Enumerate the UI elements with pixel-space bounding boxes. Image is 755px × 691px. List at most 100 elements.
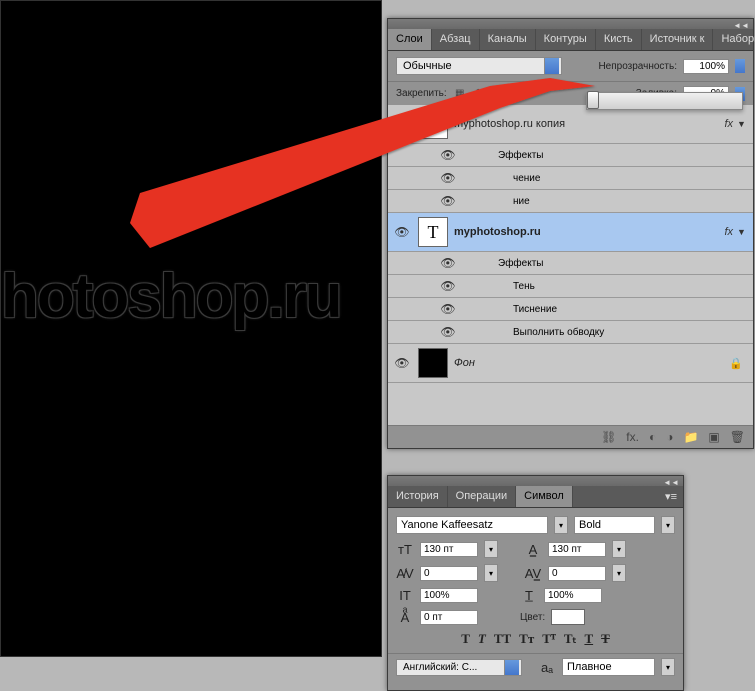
layers-tabs: Слои Абзац Каналы Контуры Кисть Источник…	[388, 29, 753, 51]
expand-arrow-icon[interactable]: ▼	[737, 227, 749, 237]
effect-item[interactable]: 👁 ние	[388, 190, 753, 213]
text-layer-thumb[interactable]: T	[418, 217, 448, 247]
layer-item-background[interactable]: 👁 Фон 🔒	[388, 344, 753, 383]
opacity-arrow[interactable]	[735, 59, 745, 73]
visibility-icon[interactable]: 👁	[392, 117, 412, 131]
effect-item[interactable]: 👁 чение	[388, 167, 753, 190]
vscale-input[interactable]: 100%	[420, 588, 478, 603]
tab-paths[interactable]: Контуры	[536, 29, 596, 50]
dropdown-arrow-icon[interactable]: ▾	[661, 516, 675, 534]
leading-input[interactable]: 130 пт	[548, 542, 606, 557]
lock-transparency-icon[interactable]: ▦	[453, 87, 467, 101]
panel-menu-icon[interactable]: ▾≡	[659, 486, 683, 507]
effect-header[interactable]: 👁 Эффекты	[388, 144, 753, 167]
dropdown-arrow-icon[interactable]: ▾	[554, 516, 568, 534]
font-size-icon: тT	[396, 542, 414, 557]
collapse-icon[interactable]: ◄◄	[733, 21, 749, 30]
font-weight-select[interactable]: Bold	[574, 516, 655, 534]
layer-mask-icon[interactable]: ◐	[649, 430, 656, 444]
tab-actions[interactable]: Операции	[448, 486, 516, 507]
fill-slider-popup[interactable]	[586, 92, 743, 110]
effect-item[interactable]: 👁 Тень	[388, 275, 753, 298]
visibility-icon[interactable]: 👁	[438, 325, 458, 339]
bg-layer-thumb[interactable]	[418, 348, 448, 378]
bold-button[interactable]: T	[461, 631, 470, 647]
subscript-button[interactable]: Tₜ	[564, 631, 577, 647]
visibility-icon[interactable]: 👁	[392, 225, 412, 239]
canvas-text: hotoshop.ru	[1, 261, 341, 332]
kerning-input[interactable]: 0	[420, 566, 478, 581]
effect-name: чение	[513, 173, 540, 184]
char-panel-header[interactable]: ◄◄	[388, 476, 683, 486]
effect-name: Эффекты	[498, 258, 543, 269]
delete-layer-icon[interactable]: 🗑	[730, 430, 745, 444]
visibility-icon[interactable]: 👁	[438, 302, 458, 316]
lock-position-icon[interactable]: ✥	[493, 87, 507, 101]
effect-item[interactable]: 👁 Выполнить обводку	[388, 321, 753, 344]
dropdown-arrow-icon[interactable]: ▾	[612, 564, 626, 582]
superscript-button[interactable]: Tᵀ	[542, 631, 556, 647]
link-layers-icon[interactable]: ⛓	[601, 430, 616, 444]
layer-name[interactable]: Фон	[454, 357, 729, 369]
dropdown-arrow-icon[interactable]: ▾	[661, 658, 675, 676]
canvas-area[interactable]: hotoshop.ru	[0, 0, 382, 657]
text-layer-thumb[interactable]: T	[418, 109, 448, 139]
layer-item-selected[interactable]: 👁 T myphotoshop.ru fx ▼	[388, 213, 753, 252]
layer-style-icon[interactable]: fx.	[626, 430, 639, 444]
visibility-icon[interactable]: 👁	[438, 279, 458, 293]
opacity-input[interactable]: 100%	[683, 59, 729, 74]
underline-button[interactable]: T	[584, 631, 593, 647]
visibility-icon[interactable]: 👁	[438, 171, 458, 185]
italic-button[interactable]: T	[478, 631, 486, 647]
opacity-label: Непрозрачность:	[598, 61, 677, 72]
effect-header[interactable]: 👁 Эффекты	[388, 252, 753, 275]
font-size-input[interactable]: 130 пт	[420, 542, 478, 557]
fill-slider-thumb[interactable]	[587, 91, 599, 109]
language-select[interactable]: Английский: С...	[396, 659, 522, 676]
visibility-icon[interactable]: 👁	[438, 256, 458, 270]
layers-footer: ⛓ fx. ◐ ◑ 📁 ▣ 🗑	[388, 425, 753, 448]
panel-drag-header[interactable]: ◄◄	[388, 19, 753, 29]
lock-pixels-icon[interactable]: ✎	[473, 87, 487, 101]
style-buttons: T T TT Tᴛ Tᵀ Tₜ T T	[396, 631, 675, 647]
effect-name: Выполнить обводку	[513, 327, 604, 338]
blend-mode-select[interactable]: Обычные	[396, 57, 562, 75]
dropdown-arrow-icon[interactable]: ▾	[612, 540, 626, 558]
visibility-icon[interactable]: 👁	[392, 356, 412, 370]
tab-layers[interactable]: Слои	[388, 29, 432, 50]
layer-item[interactable]: 👁 T myphotoshop.ru копия fx ▼	[388, 105, 753, 144]
visibility-icon[interactable]: 👁	[438, 194, 458, 208]
baseline-input[interactable]: 0 пт	[420, 610, 478, 625]
tab-brush[interactable]: Кисть	[596, 29, 642, 50]
allcaps-button[interactable]: TT	[494, 631, 511, 647]
antialias-select[interactable]: Плавное	[562, 658, 655, 676]
tab-character[interactable]: Символ	[516, 486, 573, 507]
tab-history[interactable]: История	[388, 486, 448, 507]
dropdown-arrow-icon[interactable]: ▾	[484, 564, 498, 582]
tab-paragraph[interactable]: Абзац	[432, 29, 480, 50]
baseline-icon: Aͣ	[396, 610, 414, 625]
tracking-input[interactable]: 0	[548, 566, 606, 581]
effect-name: ние	[513, 196, 530, 207]
lock-all-icon[interactable]: 🔒	[513, 87, 527, 101]
adjustment-layer-icon[interactable]: ◑	[666, 430, 673, 444]
smallcaps-button[interactable]: Tᴛ	[519, 631, 534, 647]
layer-name[interactable]: myphotoshop.ru копия	[454, 118, 724, 130]
tab-channels[interactable]: Каналы	[480, 29, 536, 50]
font-family-select[interactable]: Yanone Kaffeesatz	[396, 516, 548, 534]
layer-name[interactable]: myphotoshop.ru	[454, 226, 724, 238]
tab-presets[interactable]: Наборы ки	[713, 29, 755, 50]
visibility-icon[interactable]: 👁	[438, 148, 458, 162]
fx-badge[interactable]: fx	[724, 118, 737, 130]
dropdown-arrow-icon[interactable]: ▾	[484, 540, 498, 558]
collapse-icon[interactable]: ◄◄	[663, 478, 679, 487]
expand-arrow-icon[interactable]: ▼	[737, 119, 749, 129]
group-icon[interactable]: 📁	[683, 430, 698, 444]
fx-badge[interactable]: fx	[724, 226, 737, 238]
color-swatch[interactable]	[551, 609, 585, 625]
strikethrough-button[interactable]: T	[601, 631, 610, 647]
tab-source[interactable]: Источник к	[642, 29, 714, 50]
hscale-input[interactable]: 100%	[544, 588, 602, 603]
effect-item[interactable]: 👁 Тиснение	[388, 298, 753, 321]
new-layer-icon[interactable]: ▣	[708, 430, 719, 444]
